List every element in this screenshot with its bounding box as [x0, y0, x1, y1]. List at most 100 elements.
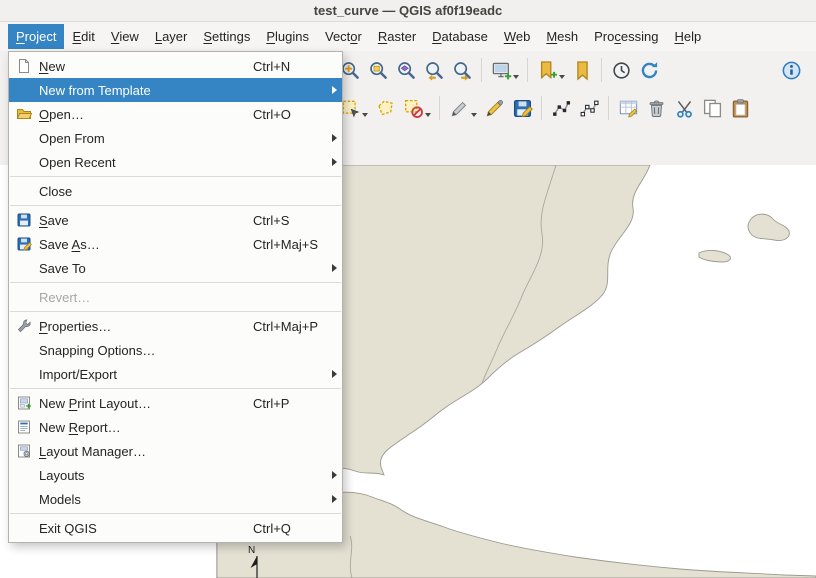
- wrench-icon: [9, 318, 39, 334]
- zoom-to-selection-button[interactable]: [365, 57, 391, 83]
- toolbar-separator: [601, 58, 602, 82]
- menu-processing[interactable]: Processing: [586, 24, 666, 49]
- menu-item-new[interactable]: NewCtrl+N: [9, 54, 342, 78]
- submenu-arrow-icon: [326, 86, 342, 94]
- zoom-to-layer-button[interactable]: [393, 57, 419, 83]
- menu-item-label: New Report…: [39, 420, 243, 435]
- dropdown-caret-icon[interactable]: [471, 113, 477, 117]
- zoom-next-button[interactable]: [449, 57, 475, 83]
- menu-vector[interactable]: Vector: [317, 24, 370, 49]
- save-icon: [9, 212, 39, 228]
- menu-item-label: New from Template: [39, 83, 243, 98]
- paste-features-button[interactable]: [727, 95, 753, 121]
- show-bookmarks-icon: [572, 60, 593, 81]
- select-by-polygon-button[interactable]: [372, 95, 398, 121]
- window-title: test_curve — QGIS af0f19eadc: [314, 3, 503, 18]
- paste-icon: [730, 98, 751, 119]
- toggle-editing-button[interactable]: [481, 95, 507, 121]
- submenu-arrow-icon: [326, 158, 342, 166]
- menu-project[interactable]: Project: [8, 24, 64, 49]
- deselect-features-button[interactable]: [400, 95, 426, 121]
- menu-item-label: Open From: [39, 131, 243, 146]
- toolbar-separator: [541, 96, 542, 120]
- save-as-icon: [9, 236, 39, 252]
- toolbar-separator: [481, 58, 482, 82]
- toolbar-separator: [527, 58, 528, 82]
- menu-item-layouts[interactable]: Layouts: [9, 463, 342, 487]
- menu-item-shortcut: Ctrl+N: [243, 59, 326, 74]
- menu-edit[interactable]: Edit: [64, 24, 102, 49]
- dropdown-caret-icon[interactable]: [362, 113, 368, 117]
- menu-item-revert: Revert…: [9, 285, 342, 309]
- menu-raster[interactable]: Raster: [370, 24, 424, 49]
- layout-manager-icon: [9, 443, 39, 459]
- folder-open-icon: [9, 106, 39, 122]
- menu-item-label: Exit QGIS: [39, 521, 243, 536]
- menu-item-open[interactable]: Open…Ctrl+O: [9, 102, 342, 126]
- menu-web[interactable]: Web: [496, 24, 539, 49]
- menu-separator: [10, 176, 341, 177]
- menu-plugins[interactable]: Plugins: [258, 24, 317, 49]
- menu-item-new-print-layout[interactable]: New Print Layout…Ctrl+P: [9, 391, 342, 415]
- trash-icon: [646, 98, 667, 119]
- menu-item-import-export[interactable]: Import/Export: [9, 362, 342, 386]
- toolbar-separator: [439, 96, 440, 120]
- temporal-controller-button[interactable]: [608, 57, 634, 83]
- menu-item-shortcut: Ctrl+O: [243, 107, 326, 122]
- new-spatial-bookmark-button[interactable]: [534, 57, 560, 83]
- menu-separator: [10, 513, 341, 514]
- menu-view[interactable]: View: [103, 24, 147, 49]
- refresh-map-button[interactable]: [636, 57, 662, 83]
- vertex-all-icon: [551, 98, 572, 119]
- menu-separator: [10, 388, 341, 389]
- submenu-arrow-icon: [326, 495, 342, 503]
- menu-item-open-recent[interactable]: Open Recent: [9, 150, 342, 174]
- menu-item-save[interactable]: SaveCtrl+S: [9, 208, 342, 232]
- menu-item-layout-manager[interactable]: Layout Manager…: [9, 439, 342, 463]
- new-map-view-button[interactable]: [488, 57, 514, 83]
- zoom-last-button[interactable]: [421, 57, 447, 83]
- dropdown-caret-icon[interactable]: [425, 113, 431, 117]
- menu-database[interactable]: Database: [424, 24, 496, 49]
- menu-item-label: Save As…: [39, 237, 243, 252]
- menu-item-properties[interactable]: Properties…Ctrl+Maj+P: [9, 314, 342, 338]
- menu-item-save-to[interactable]: Save To: [9, 256, 342, 280]
- menu-item-models[interactable]: Models: [9, 487, 342, 511]
- menu-layer[interactable]: Layer: [147, 24, 196, 49]
- copy-features-button[interactable]: [699, 95, 725, 121]
- new-layout-icon: [9, 395, 39, 411]
- menu-item-shortcut: Ctrl+Maj+P: [243, 319, 326, 334]
- menu-item-open-from[interactable]: Open From: [9, 126, 342, 150]
- new-map-view-icon: [491, 60, 512, 81]
- cut-icon: [674, 98, 695, 119]
- menu-item-close[interactable]: Close: [9, 179, 342, 203]
- cut-features-button[interactable]: [671, 95, 697, 121]
- menu-item-label: Layouts: [39, 468, 243, 483]
- vertex-tool-button[interactable]: [576, 95, 602, 121]
- delete-selected-button[interactable]: [643, 95, 669, 121]
- copy-icon: [702, 98, 723, 119]
- menu-mesh[interactable]: Mesh: [538, 24, 586, 49]
- dropdown-caret-icon[interactable]: [513, 75, 519, 79]
- title-bar[interactable]: test_curve — QGIS af0f19eadc: [0, 0, 816, 22]
- save-layer-edits-button[interactable]: [509, 95, 535, 121]
- zoom-next-icon: [452, 60, 473, 81]
- modify-attributes-button[interactable]: [615, 95, 641, 121]
- menu-item-save-as[interactable]: Save As…Ctrl+Maj+S: [9, 232, 342, 256]
- menu-item-exit-qgis[interactable]: Exit QGISCtrl+Q: [9, 516, 342, 540]
- menu-item-snapping-options[interactable]: Snapping Options…: [9, 338, 342, 362]
- vertex-tool-all-layers-button[interactable]: [548, 95, 574, 121]
- menu-help[interactable]: Help: [666, 24, 709, 49]
- temporal-icon: [611, 60, 632, 81]
- menu-item-new-from-template[interactable]: New from Template: [9, 78, 342, 102]
- pencil-icon: [484, 98, 505, 119]
- show-spatial-bookmarks-button[interactable]: [569, 57, 595, 83]
- menu-settings[interactable]: Settings: [195, 24, 258, 49]
- menu-item-new-report[interactable]: New Report…: [9, 415, 342, 439]
- identify-features-button[interactable]: [778, 57, 804, 83]
- island-formentera: [699, 250, 730, 262]
- file-new-icon: [9, 58, 39, 74]
- dropdown-caret-icon[interactable]: [559, 75, 565, 79]
- current-edits-button[interactable]: [446, 95, 472, 121]
- menu-item-shortcut: Ctrl+Maj+S: [243, 237, 326, 252]
